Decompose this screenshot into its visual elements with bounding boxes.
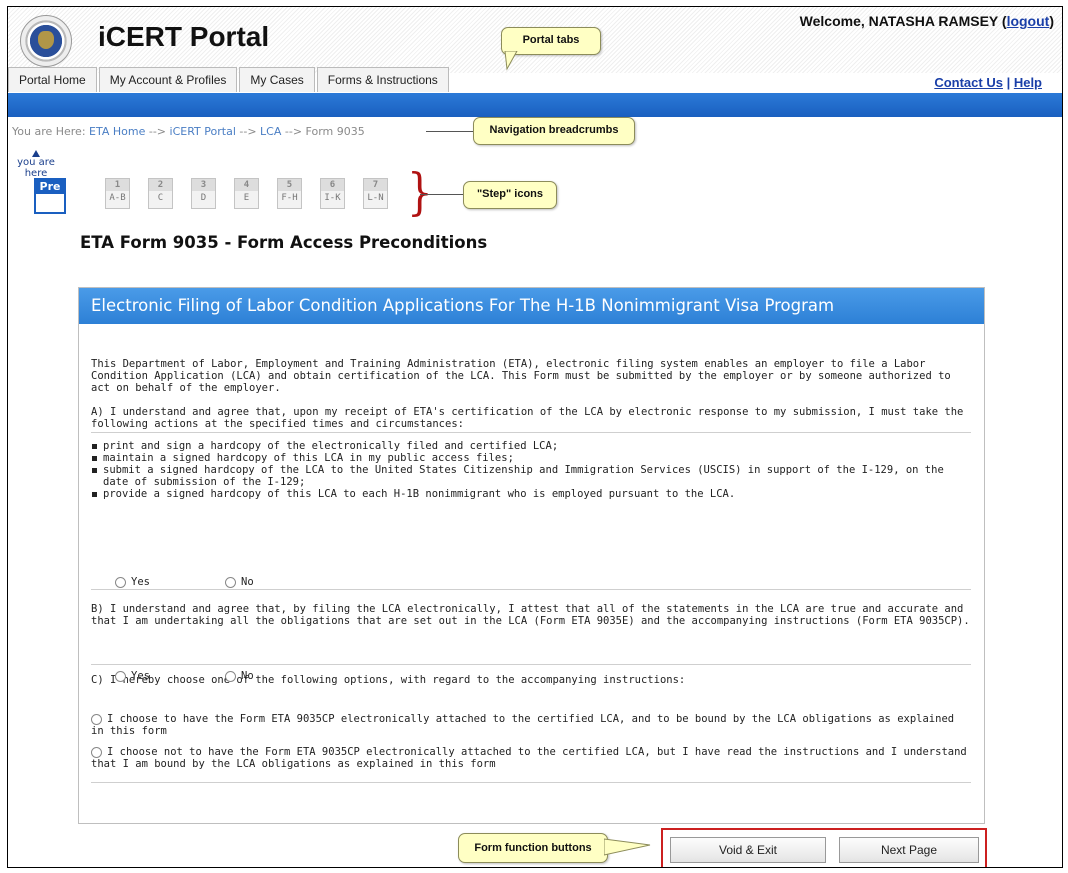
step-4[interactable]: 4E bbox=[234, 178, 259, 209]
void-exit-button[interactable]: Void & Exit bbox=[670, 837, 826, 863]
callout-line-steps bbox=[420, 194, 465, 195]
callout-form-function-buttons: Form function buttons bbox=[458, 833, 608, 863]
callout-line-breadcrumbs bbox=[426, 131, 476, 132]
callout-navigation-breadcrumbs: Navigation breadcrumbs bbox=[473, 117, 635, 145]
callout-pointer-buttons bbox=[604, 838, 651, 856]
red-brace-icon: } bbox=[407, 163, 433, 221]
divider bbox=[91, 432, 971, 433]
help-link[interactable]: Help bbox=[1014, 75, 1042, 90]
step-number: 6 bbox=[321, 179, 344, 191]
list-item: provide a signed hardcopy of this LCA to… bbox=[91, 488, 971, 500]
tab-forms-instructions[interactable]: Forms & Instructions bbox=[316, 67, 449, 92]
option-c1-label: I choose to have the Form ETA 9035CP ele… bbox=[91, 713, 955, 737]
blue-banner-bar bbox=[8, 93, 1062, 117]
breadcrumb-current: Form 9035 bbox=[305, 125, 365, 138]
list-item: maintain a signed hardcopy of this LCA i… bbox=[91, 452, 971, 464]
contact-help-links: Contact Us | Help bbox=[934, 75, 1042, 90]
panel-heading: Electronic Filing of Labor Condition App… bbox=[79, 288, 984, 324]
divider bbox=[91, 782, 971, 783]
step-6[interactable]: 6 I-K bbox=[320, 178, 345, 209]
question-c: C) I hereby choose one of the following … bbox=[91, 674, 686, 686]
question-b: B) I understand and agree that, by filin… bbox=[91, 603, 970, 627]
question-b-yes-radio[interactable] bbox=[115, 670, 126, 682]
contact-us-link[interactable]: Contact Us bbox=[934, 75, 1003, 90]
step-1[interactable]: 1 A-B bbox=[105, 178, 130, 209]
option-c2-radio[interactable] bbox=[91, 746, 102, 758]
link-separator: | bbox=[1002, 75, 1014, 90]
question-a-no-radio[interactable] bbox=[225, 576, 236, 588]
welcome-message: Welcome, NATASHA RAMSEY (logout) bbox=[800, 13, 1054, 29]
breadcrumb-lca[interactable]: LCA bbox=[260, 125, 281, 138]
option-c1-radio[interactable] bbox=[91, 713, 102, 725]
yes-label: Yes bbox=[131, 576, 150, 588]
step-7[interactable]: 7 L-N bbox=[363, 178, 388, 209]
step-number: 4 bbox=[235, 179, 258, 191]
yes-label: Yes bbox=[131, 670, 150, 682]
step-pre-label: Pre bbox=[36, 180, 64, 194]
option-c2-text: I choose not to have the Form ETA 9035CP… bbox=[91, 746, 971, 770]
no-label: No bbox=[241, 576, 254, 588]
question-a: A) I understand and agree that, upon my … bbox=[91, 406, 964, 430]
question-a-no[interactable]: No bbox=[225, 576, 254, 588]
intro-paragraph: This Department of Labor, Employment and… bbox=[91, 358, 951, 394]
tab-my-account-profiles[interactable]: My Account & Profiles bbox=[98, 67, 238, 92]
step-pre-current[interactable]: Pre bbox=[34, 178, 66, 214]
tab-my-cases[interactable]: My Cases bbox=[239, 67, 315, 92]
option-c2-label: I choose not to have the Form ETA 9035CP… bbox=[91, 746, 967, 770]
step-number: 3 bbox=[192, 179, 215, 191]
you-are-here-indicator: you are here bbox=[12, 150, 60, 179]
browser-frame: iCERT Portal Welcome, NATASHA RAMSEY (lo… bbox=[7, 6, 1063, 868]
list-item: submit a signed hardcopy of the LCA to t… bbox=[91, 464, 971, 488]
step-range: A-B bbox=[109, 193, 126, 203]
list-item: print and sign a hardcopy of the electro… bbox=[91, 440, 971, 452]
step-3[interactable]: 3D bbox=[191, 178, 216, 209]
question-a-yes[interactable]: Yes bbox=[115, 576, 150, 588]
question-b-no[interactable]: No bbox=[225, 670, 254, 682]
step-number: 1 bbox=[106, 179, 129, 191]
breadcrumb-sep: --> bbox=[145, 125, 170, 138]
welcome-text: Welcome, NATASHA RAMSEY ( bbox=[799, 13, 1007, 29]
divider bbox=[91, 664, 971, 665]
step-range: I-K bbox=[324, 193, 341, 203]
question-b-yes[interactable]: Yes bbox=[115, 670, 150, 682]
up-arrow-icon bbox=[32, 150, 40, 157]
step-number: 5 bbox=[278, 179, 301, 191]
callout-pointer-tabs bbox=[504, 51, 518, 71]
step-range: L-N bbox=[367, 193, 384, 203]
step-range: C bbox=[157, 193, 164, 203]
no-label: No bbox=[241, 670, 254, 682]
callout-step-icons: "Step" icons bbox=[463, 181, 557, 209]
breadcrumb-prefix: You are Here: bbox=[12, 125, 90, 138]
portal-title: iCERT Portal bbox=[98, 21, 270, 52]
step-2[interactable]: 2C bbox=[148, 178, 173, 209]
option-c1-text: I choose to have the Form ETA 9035CP ele… bbox=[91, 713, 971, 737]
step-number: 2 bbox=[149, 179, 172, 191]
step-5[interactable]: 5 F-H bbox=[277, 178, 302, 209]
dol-seal-icon bbox=[20, 15, 72, 67]
step-number: 7 bbox=[364, 179, 387, 191]
welcome-suffix: ) bbox=[1049, 13, 1054, 29]
breadcrumb-icert-portal[interactable]: iCERT Portal bbox=[170, 125, 236, 138]
step-range: D bbox=[200, 193, 207, 203]
divider bbox=[91, 589, 971, 590]
obligations-list: print and sign a hardcopy of the electro… bbox=[91, 440, 971, 500]
breadcrumb: You are Here: ETA Home --> iCERT Portal … bbox=[12, 125, 365, 138]
breadcrumb-eta-home[interactable]: ETA Home bbox=[89, 125, 145, 138]
step-range: F-H bbox=[281, 193, 298, 203]
form-panel: Electronic Filing of Labor Condition App… bbox=[78, 287, 985, 824]
question-a-yes-radio[interactable] bbox=[115, 576, 126, 588]
logout-link[interactable]: logout bbox=[1007, 13, 1050, 29]
step-range: E bbox=[243, 193, 250, 203]
next-page-button[interactable]: Next Page bbox=[839, 837, 979, 863]
question-b-no-radio[interactable] bbox=[225, 670, 236, 682]
page-title: ETA Form 9035 - Form Access Precondition… bbox=[80, 233, 488, 252]
portal-tabs: Portal Home My Account & Profiles My Cas… bbox=[8, 67, 451, 93]
tab-portal-home[interactable]: Portal Home bbox=[8, 67, 97, 92]
you-are-here-label: you are here bbox=[17, 157, 55, 179]
breadcrumb-sep: --> bbox=[281, 125, 306, 138]
breadcrumb-sep: --> bbox=[235, 125, 261, 138]
form-buttons-highlight: Void & Exit Next Page bbox=[661, 828, 987, 867]
